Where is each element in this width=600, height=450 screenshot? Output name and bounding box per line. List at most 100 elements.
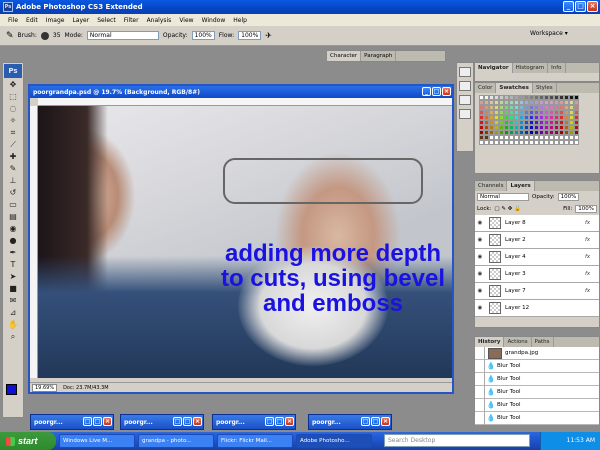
maximize-button[interactable]: □ — [183, 417, 192, 426]
shape-tool-icon[interactable]: ■ — [4, 283, 22, 294]
layer-row[interactable]: ◉ Layer 8 fx — [475, 215, 599, 232]
maximize-button[interactable]: □ — [575, 1, 586, 12]
tab-info[interactable]: Info — [548, 63, 566, 73]
history-snapshot[interactable]: grandpa.jpg — [475, 346, 599, 360]
horizontal-ruler[interactable] — [38, 98, 452, 106]
restore-button[interactable]: □ — [173, 417, 182, 426]
minimize-button[interactable]: _ — [563, 1, 574, 12]
history-brush-icon[interactable]: ↺ — [4, 187, 22, 198]
layer-comps-icon[interactable] — [459, 95, 471, 105]
swatch-cell[interactable] — [574, 140, 579, 145]
slice-tool-icon[interactable]: ⟋ — [4, 139, 22, 150]
minimized-doc[interactable]: poorgr... □ □ × — [120, 414, 204, 430]
move-tool-icon[interactable]: ✥ — [4, 79, 22, 90]
tab-history[interactable]: History — [475, 337, 505, 347]
snapshot-source-box[interactable] — [475, 346, 485, 360]
tab-swatches[interactable]: Swatches — [496, 83, 533, 93]
close-button[interactable]: × — [193, 417, 202, 426]
crop-tool-icon[interactable]: ⌗ — [4, 127, 22, 138]
clone-stamp-icon[interactable]: ⊥ — [4, 175, 22, 186]
menu-image[interactable]: Image — [42, 17, 69, 24]
flow-field[interactable]: 100% — [238, 31, 262, 40]
visibility-eye-icon[interactable]: ◉ — [475, 220, 485, 226]
mode-select[interactable]: Normal — [86, 31, 159, 40]
minimized-doc[interactable]: poorgr... □ □ × — [308, 414, 392, 430]
layer-row[interactable]: ◉ Layer 2 fx — [475, 232, 599, 249]
tab-histogram[interactable]: Histogram — [513, 63, 549, 73]
maximize-button[interactable]: □ — [371, 417, 380, 426]
menu-window[interactable]: Window — [198, 17, 230, 24]
workspace-menu[interactable]: Workspace ▾ — [530, 30, 568, 37]
zoom-field[interactable]: 19.69% — [32, 383, 58, 392]
brush-icon[interactable]: ✎ — [4, 163, 22, 174]
blur-tool-icon[interactable]: ◉ — [4, 223, 22, 234]
minimized-doc[interactable]: poorgr... □ □ × — [30, 414, 114, 430]
layer-row[interactable]: ◉ Layer 3 fx — [475, 266, 599, 283]
clone-source-icon[interactable] — [459, 109, 471, 119]
doc-maximize-button[interactable]: □ — [432, 87, 441, 96]
marquee-tool-icon[interactable]: ⬚ — [4, 91, 22, 102]
history-source-box[interactable] — [475, 411, 485, 425]
tab-channels[interactable]: Channels — [475, 181, 508, 191]
lasso-tool-icon[interactable]: ◌ — [4, 103, 22, 114]
document-titlebar[interactable]: poorgrandpa.psd @ 19.7% (Background, RGB… — [30, 86, 452, 98]
menu-filter[interactable]: Filter — [120, 17, 143, 24]
history-step[interactable]: 💧 Blur Tool — [475, 372, 599, 386]
layer-opacity-field[interactable]: 100% — [557, 193, 580, 201]
history-source-box[interactable] — [475, 372, 485, 386]
fill-field[interactable]: 100% — [575, 205, 597, 213]
tab-actions[interactable]: Actions — [504, 337, 532, 347]
layer-fx-badge[interactable]: fx — [585, 254, 599, 260]
layer-fx-badge[interactable]: fx — [585, 271, 599, 277]
restore-button[interactable]: □ — [361, 417, 370, 426]
dodge-tool-icon[interactable]: ● — [4, 235, 22, 246]
airbrush-icon[interactable]: ✈ — [265, 31, 272, 40]
doc-close-button[interactable]: × — [442, 87, 451, 96]
menu-analysis[interactable]: Analysis — [143, 17, 176, 24]
taskbar-item-flickr[interactable]: Flickr: Flickr Mail... — [217, 434, 293, 448]
menu-layer[interactable]: Layer — [68, 17, 93, 24]
restore-button[interactable]: □ — [83, 417, 92, 426]
taskbar-item-windows-live[interactable]: Windows Live M... — [59, 434, 135, 448]
layer-row[interactable]: ◉ Layer 7 fx — [475, 283, 599, 300]
ps-logo[interactable]: Ps — [4, 64, 22, 78]
taskbar-item-photoshop[interactable]: Adobe Photosho... — [296, 434, 372, 448]
brush-preset-picker[interactable] — [40, 31, 49, 40]
visibility-eye-icon[interactable]: ◉ — [475, 271, 485, 277]
zoom-tool-icon[interactable]: ⌕ — [4, 331, 22, 342]
eyedropper-icon[interactable]: ⊿ — [4, 307, 22, 318]
layer-row[interactable]: ◉ Layer 4 fx — [475, 249, 599, 266]
minimized-doc[interactable]: poorgr... □ □ × — [212, 414, 296, 430]
history-step[interactable]: 💧 Blur Tool — [475, 359, 599, 373]
tab-color[interactable]: Color — [475, 83, 497, 93]
maximize-button[interactable]: □ — [275, 417, 284, 426]
image-canvas[interactable]: adding more depth to cuts, using bevel a… — [38, 106, 452, 378]
visibility-eye-icon[interactable]: ◉ — [475, 305, 485, 311]
close-button[interactable]: × — [285, 417, 294, 426]
history-source-box[interactable] — [475, 359, 485, 373]
visibility-eye-icon[interactable]: ◉ — [475, 237, 485, 243]
tab-character[interactable]: Character — [327, 51, 362, 61]
layer-fx-badge[interactable]: fx — [585, 220, 599, 226]
history-source-box[interactable] — [475, 385, 485, 399]
close-button[interactable]: × — [587, 1, 598, 12]
tab-navigator[interactable]: Navigator — [475, 63, 513, 73]
start-button[interactable]: start — [0, 432, 56, 450]
tab-styles[interactable]: Styles — [533, 83, 557, 93]
blend-mode-select[interactable]: Normal — [477, 193, 529, 201]
doc-minimize-button[interactable]: _ — [422, 87, 431, 96]
vertical-ruler[interactable] — [30, 106, 38, 378]
history-step[interactable]: 💧 Blur Tool — [475, 385, 599, 399]
pen-tool-icon[interactable]: ✒ — [4, 247, 22, 258]
foreground-color[interactable] — [6, 384, 17, 395]
menu-edit[interactable]: Edit — [22, 17, 42, 24]
magic-wand-icon[interactable]: ✧ — [4, 115, 22, 126]
tab-paths[interactable]: Paths — [532, 337, 554, 347]
history-step[interactable]: 💧 Blur Tool — [475, 411, 599, 425]
history-source-box[interactable] — [475, 398, 485, 412]
close-button[interactable]: × — [103, 417, 112, 426]
opacity-field[interactable]: 100% — [191, 31, 215, 40]
swatch-grid[interactable] — [475, 93, 599, 147]
visibility-eye-icon[interactable]: ◉ — [475, 288, 485, 294]
layer-fx-badge[interactable]: fx — [585, 237, 599, 243]
